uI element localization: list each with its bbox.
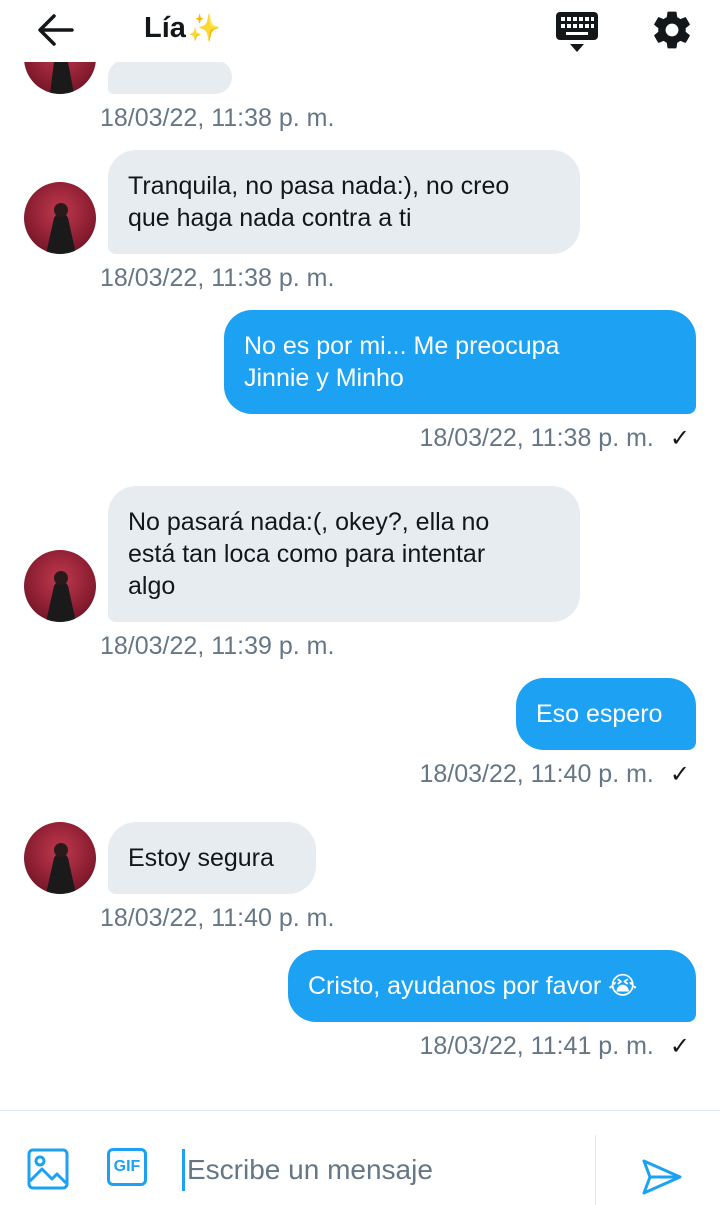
gear-icon bbox=[654, 11, 690, 49]
message-bubble[interactable]: Estoy segura bbox=[108, 822, 316, 894]
check-icon: ✓ bbox=[669, 761, 690, 788]
message-timestamp: 18/03/22, 11:38 p. m. bbox=[100, 264, 335, 292]
contact-avatar[interactable] bbox=[24, 182, 96, 254]
timestamp-text: 18/03/22, 11:40 p. m. bbox=[419, 760, 654, 788]
check-icon: ✓ bbox=[669, 425, 690, 452]
message-timestamp: 18/03/22, 11:40 p. m. ✓ bbox=[419, 760, 690, 789]
contact-name: Lía bbox=[144, 12, 186, 44]
keyboard-icon bbox=[556, 12, 598, 52]
message-thread[interactable]: 18/03/22, 11:38 p. m. Tranquila, no pasa… bbox=[0, 0, 720, 1110]
timestamp-text: 18/03/22, 11:41 p. m. bbox=[419, 1032, 654, 1060]
message-bubble[interactable]: No es por mi... Me preocupa Jinnie y Min… bbox=[224, 310, 696, 414]
message-composer: GIF bbox=[0, 1110, 720, 1205]
add-photo-button[interactable] bbox=[26, 1147, 70, 1191]
sparkles-emoji: ✨ bbox=[187, 13, 222, 43]
image-icon bbox=[27, 1148, 69, 1190]
settings-button[interactable] bbox=[650, 8, 694, 52]
message-bubble[interactable]: Cristo, ayudanos por favor 😭 bbox=[288, 950, 696, 1022]
send-icon bbox=[642, 1159, 682, 1195]
message-bubble[interactable]: No pasará nada:(, okey?, ella no está ta… bbox=[108, 486, 580, 622]
message-timestamp: 18/03/22, 11:38 p. m. ✓ bbox=[419, 424, 690, 453]
contact-avatar[interactable] bbox=[24, 550, 96, 622]
message-timestamp: 18/03/22, 11:39 p. m. bbox=[100, 632, 335, 660]
back-arrow-icon bbox=[38, 14, 74, 46]
keyboard-button[interactable] bbox=[554, 10, 600, 54]
timestamp-text: 18/03/22, 11:38 p. m. bbox=[419, 424, 654, 452]
message-timestamp: 18/03/22, 11:41 p. m. ✓ bbox=[419, 1032, 690, 1061]
conversation-title[interactable]: Lía✨ bbox=[144, 12, 222, 45]
message-timestamp: 18/03/22, 11:40 p. m. bbox=[100, 904, 335, 932]
message-timestamp: 18/03/22, 11:38 p. m. bbox=[100, 104, 335, 132]
send-button[interactable] bbox=[640, 1155, 684, 1199]
message-bubble[interactable] bbox=[108, 60, 232, 94]
check-icon: ✓ bbox=[669, 1033, 690, 1060]
gif-button[interactable]: GIF bbox=[107, 1148, 147, 1186]
contact-avatar[interactable] bbox=[24, 822, 96, 894]
gif-icon: GIF bbox=[113, 1158, 141, 1175]
chat-header: Lía✨ bbox=[0, 0, 720, 62]
composer-divider bbox=[595, 1135, 596, 1205]
message-input[interactable] bbox=[182, 1149, 589, 1191]
message-bubble[interactable]: Eso espero bbox=[516, 678, 696, 750]
back-button[interactable] bbox=[34, 10, 78, 50]
message-bubble[interactable]: Tranquila, no pasa nada:), no creo que h… bbox=[108, 150, 580, 254]
